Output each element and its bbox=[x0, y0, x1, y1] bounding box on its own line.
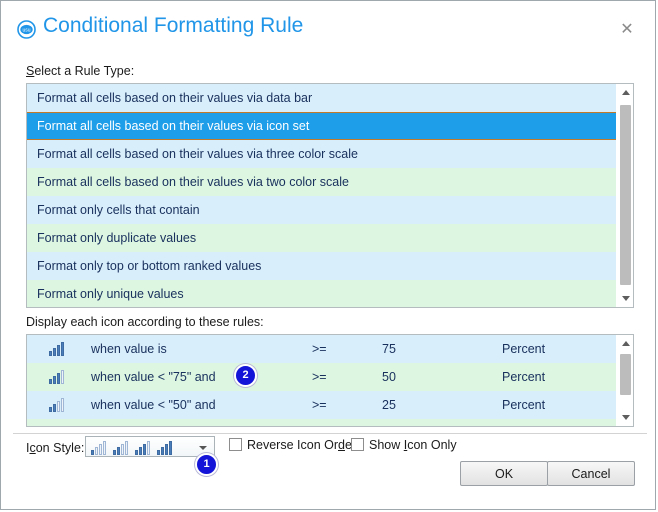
rule-type-item[interactable]: Format all cells based on their values v… bbox=[27, 140, 616, 168]
icon-rule-condition: when value < "50" and bbox=[91, 398, 216, 412]
rule-type-rows: Format all cells based on their values v… bbox=[27, 84, 616, 307]
rule-type-item-label: Format all cells based on their values v… bbox=[37, 175, 349, 189]
rule-type-item-label: Format all cells based on their values v… bbox=[37, 91, 313, 105]
icon-rule-value: 75 bbox=[382, 342, 396, 356]
icon-rule-icon-cell bbox=[49, 341, 64, 359]
icon-rules-scrollbar[interactable] bbox=[616, 335, 633, 426]
rule-type-item[interactable]: Format all cells based on their values v… bbox=[27, 84, 616, 112]
scroll-up-icon[interactable] bbox=[617, 335, 633, 352]
show-icon-only-checkbox[interactable]: Show Icon Only bbox=[351, 438, 457, 452]
scroll-thumb[interactable] bbox=[620, 354, 631, 395]
rule-type-scrollbar[interactable] bbox=[616, 84, 633, 307]
rule-type-item-label: Format only unique values bbox=[37, 287, 184, 301]
rule-type-item-label: Format all cells based on their values v… bbox=[37, 147, 358, 161]
icon-rule-value-type: Percent bbox=[502, 370, 546, 384]
conditional-formatting-dialog: usu Conditional Formatting Rule ✕ Select… bbox=[0, 0, 656, 510]
rule-type-item[interactable]: Format only unique values bbox=[27, 280, 616, 307]
icon-rules-label: Display each icon according to these rul… bbox=[26, 315, 264, 329]
rule-type-item-label: Format all cells based on their values v… bbox=[37, 119, 310, 133]
icon-rule-row[interactable]: when value < "50" and >= 25 Percent bbox=[27, 391, 616, 419]
svg-text:usu: usu bbox=[22, 27, 30, 33]
show-icon-only-label: Show Icon Only bbox=[369, 438, 457, 452]
close-icon[interactable]: ✕ bbox=[615, 18, 639, 42]
icon-rules-rows: when value is >= 75 Percent when value < "75… bbox=[27, 335, 616, 426]
icon-rule-condition: when value is bbox=[91, 342, 167, 356]
icon-rule-row[interactable]: when value < "75" and >= 50 Percent bbox=[27, 363, 616, 391]
icon-set-bars-icon bbox=[157, 440, 172, 455]
dialog-title: Conditional Formatting Rule bbox=[43, 14, 304, 37]
icon-rule-operator: >= bbox=[312, 370, 327, 384]
icon-rule-condition: when value < "75" and bbox=[91, 370, 216, 384]
annotation-badge-2: 2 bbox=[234, 364, 257, 387]
icon-style-preview bbox=[91, 440, 172, 455]
annotation-badge-1: 1 bbox=[195, 453, 218, 476]
rule-type-item[interactable]: Format only cells that contain bbox=[27, 196, 616, 224]
rule-type-item-label: Format only duplicate values bbox=[37, 231, 197, 245]
icon-rule-icon-cell bbox=[49, 397, 64, 415]
icon-rule-icon-cell bbox=[49, 369, 64, 387]
rule-type-item[interactable]: Format all cells based on their values v… bbox=[27, 168, 616, 196]
checkbox-box[interactable] bbox=[229, 438, 242, 451]
cancel-button[interactable]: Cancel bbox=[547, 461, 635, 486]
scroll-down-icon[interactable] bbox=[617, 290, 633, 307]
icon-rule-value: 50 bbox=[382, 370, 396, 384]
scroll-up-icon[interactable] bbox=[617, 84, 633, 101]
icon-style-select[interactable] bbox=[85, 436, 215, 457]
chevron-down-icon[interactable] bbox=[199, 446, 207, 450]
rule-type-listbox[interactable]: Format all cells based on their values v… bbox=[26, 83, 634, 308]
scroll-down-icon[interactable] bbox=[617, 409, 633, 426]
reverse-icon-order-label: Reverse Icon Order bbox=[247, 438, 356, 452]
icon-rule-value-type: Percent bbox=[502, 398, 546, 412]
icon-rules-listbox[interactable]: when value is >= 75 Percent when value < "75… bbox=[26, 334, 634, 427]
rule-type-item[interactable]: Format only top or bottom ranked values bbox=[27, 252, 616, 280]
rule-type-item[interactable]: Format only duplicate values bbox=[27, 224, 616, 252]
scroll-thumb[interactable] bbox=[620, 105, 631, 285]
icon-set-bars-icon bbox=[135, 440, 150, 455]
icon-rule-value: 25 bbox=[382, 398, 396, 412]
icon-set-bars-icon bbox=[49, 425, 64, 426]
icon-rule-value-type: Percent bbox=[502, 342, 546, 356]
icon-set-bars-icon bbox=[49, 397, 64, 412]
rule-type-item-label: Format only top or bottom ranked values bbox=[37, 259, 262, 273]
rule-type-item[interactable]: Format all cells based on their values v… bbox=[27, 112, 616, 140]
footer-divider bbox=[13, 433, 647, 434]
icon-rule-row[interactable]: when value < "25" bbox=[27, 419, 616, 426]
icon-rule-operator: >= bbox=[312, 398, 327, 412]
icon-set-bars-icon bbox=[49, 341, 64, 356]
icon-set-bars-icon bbox=[49, 369, 64, 384]
icon-set-bars-icon bbox=[113, 440, 128, 455]
icon-rule-operator: >= bbox=[312, 342, 327, 356]
rule-type-label: Select a Rule Type: bbox=[26, 64, 135, 78]
icon-rule-icon-cell bbox=[49, 425, 64, 426]
icon-rule-row[interactable]: when value is >= 75 Percent bbox=[27, 335, 616, 363]
dialog-titlebar: usu Conditional Formatting Rule ✕ bbox=[1, 1, 655, 56]
rule-type-item-label: Format only cells that contain bbox=[37, 203, 200, 217]
app-badge-icon: usu bbox=[17, 20, 36, 39]
checkbox-box[interactable] bbox=[351, 438, 364, 451]
ok-button[interactable]: OK bbox=[460, 461, 548, 486]
icon-style-label: Icon Style: bbox=[26, 441, 85, 455]
reverse-icon-order-checkbox[interactable]: Reverse Icon Order bbox=[229, 438, 356, 452]
icon-set-bars-icon bbox=[91, 440, 106, 455]
